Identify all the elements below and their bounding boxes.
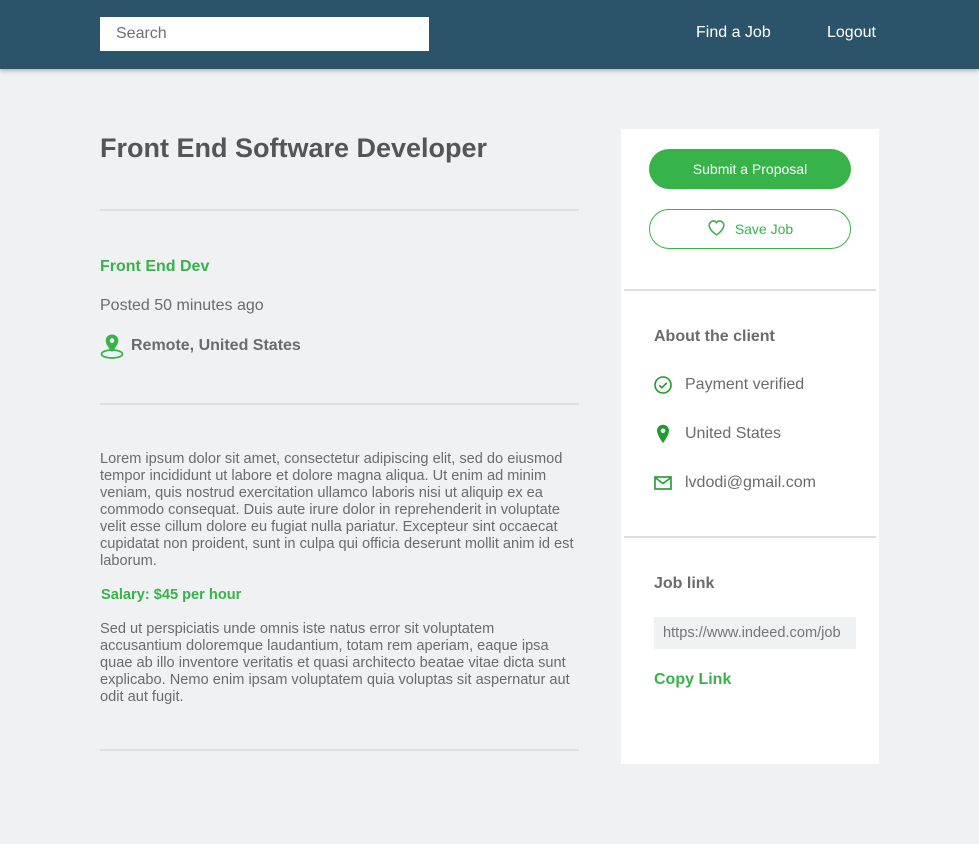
job-description: Lorem ipsum dolor sit amet, consectetur … bbox=[100, 451, 574, 569]
about-client-heading: About the client bbox=[654, 328, 775, 345]
job-link-heading: Job link bbox=[654, 575, 715, 592]
mail-icon bbox=[654, 473, 672, 493]
payment-verified-text: Payment verified bbox=[685, 376, 805, 393]
client-email-text: lvdodi@gmail.com bbox=[685, 474, 816, 491]
divider bbox=[100, 749, 579, 751]
nav-logout-link[interactable]: Logout bbox=[827, 24, 876, 42]
check-circle-icon bbox=[654, 375, 672, 395]
divider bbox=[100, 209, 579, 211]
job-salary: Salary: $45 per hour bbox=[101, 587, 242, 603]
job-location: Remote, United States bbox=[100, 333, 301, 359]
save-job-button[interactable]: Save Job bbox=[649, 209, 851, 249]
divider bbox=[100, 403, 579, 405]
job-title: Front End Software Developer bbox=[100, 133, 488, 163]
pin-icon bbox=[654, 424, 672, 444]
heart-icon bbox=[707, 219, 735, 239]
job-link-input[interactable] bbox=[654, 617, 856, 649]
job-description-more: Sed ut perspiciatis unde omnis iste natu… bbox=[100, 621, 570, 705]
top-navbar: Find a Job Logout bbox=[0, 0, 979, 69]
job-category: Front End Dev bbox=[100, 258, 210, 275]
client-email-row: lvdodi@gmail.com bbox=[654, 473, 816, 493]
payment-verified-row: Payment verified bbox=[654, 375, 804, 395]
posted-time: Posted 50 minutes ago bbox=[100, 297, 264, 314]
map-pin-icon bbox=[100, 333, 124, 359]
client-country-text: United States bbox=[685, 425, 782, 442]
divider bbox=[624, 536, 876, 538]
nav-find-job-link[interactable]: Find a Job bbox=[696, 24, 771, 42]
submit-proposal-button[interactable]: Submit a Proposal bbox=[649, 149, 851, 189]
divider bbox=[624, 289, 876, 291]
search-input[interactable] bbox=[100, 17, 429, 51]
job-location-text: Remote, United States bbox=[131, 337, 301, 354]
copy-link-button[interactable]: Copy Link bbox=[654, 671, 731, 689]
save-job-label: Save Job bbox=[734, 221, 794, 237]
client-country-row: United States bbox=[654, 424, 781, 444]
